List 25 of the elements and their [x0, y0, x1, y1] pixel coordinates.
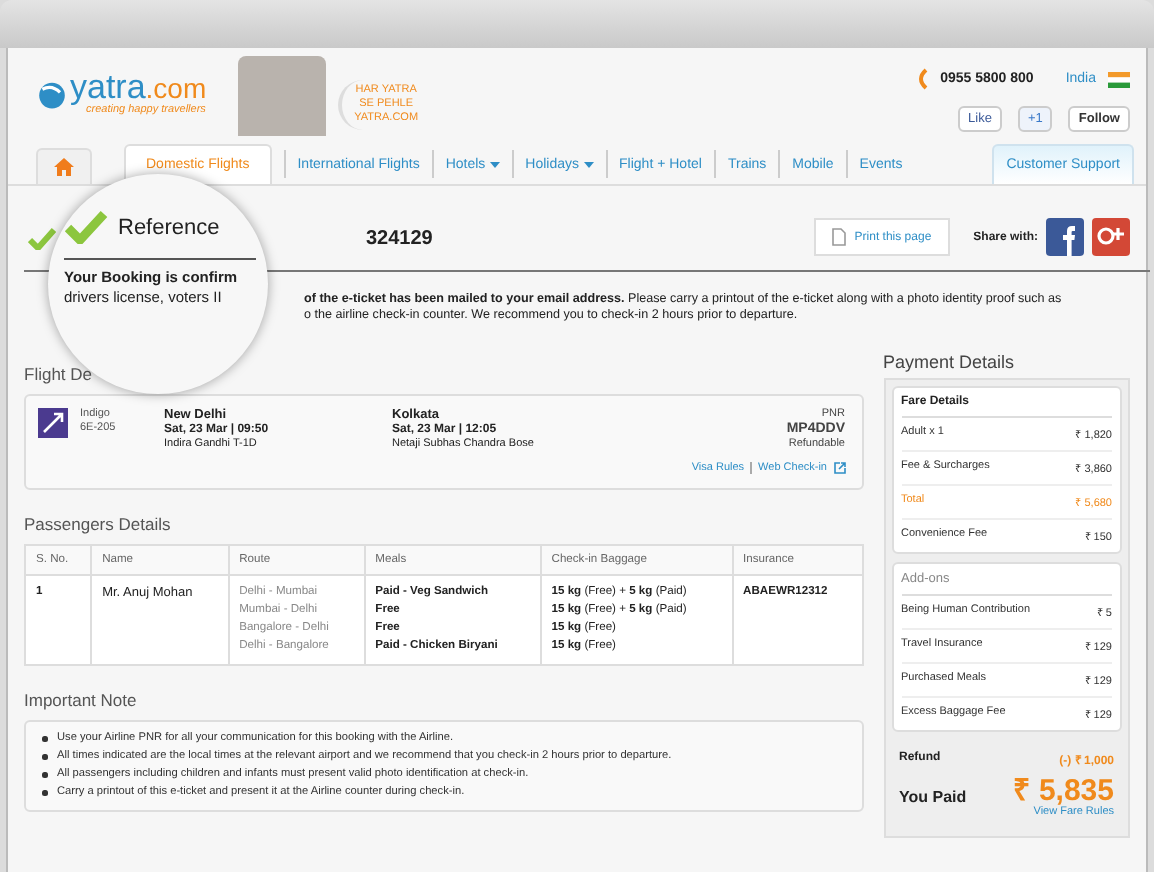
home-icon — [54, 158, 74, 176]
section-heading: Passengers Details — [24, 514, 173, 534]
external-link-icon[interactable] — [833, 462, 845, 474]
reference-number: 324129 — [366, 227, 433, 249]
airline-logo-icon — [38, 408, 68, 438]
section-heading: Payment Details — [883, 352, 1017, 372]
facebook-share-icon[interactable] — [1046, 218, 1084, 256]
phone-icon — [916, 68, 929, 90]
magnified-heading: Reference — [118, 215, 220, 239]
india-flag-icon[interactable] — [1108, 71, 1130, 87]
section-heading: Flight De — [24, 364, 95, 384]
you-paid-label: You Paid — [899, 788, 967, 806]
check-icon — [64, 210, 108, 244]
bullet-icon — [42, 736, 47, 742]
bullet-icon — [42, 790, 47, 796]
photo-placeholder — [238, 56, 327, 136]
bullet-icon — [42, 772, 47, 778]
section-heading: Important Note — [24, 690, 139, 710]
home-tab[interactable] — [36, 148, 92, 184]
paid-amount: ₹ 5,835 — [1012, 776, 1114, 806]
check-icon — [28, 227, 56, 249]
logo-text[interactable]: yatra.com — [70, 72, 207, 104]
bullet-icon — [42, 754, 47, 760]
document-icon — [832, 228, 847, 246]
google-plus-share-icon[interactable] — [1092, 218, 1130, 256]
